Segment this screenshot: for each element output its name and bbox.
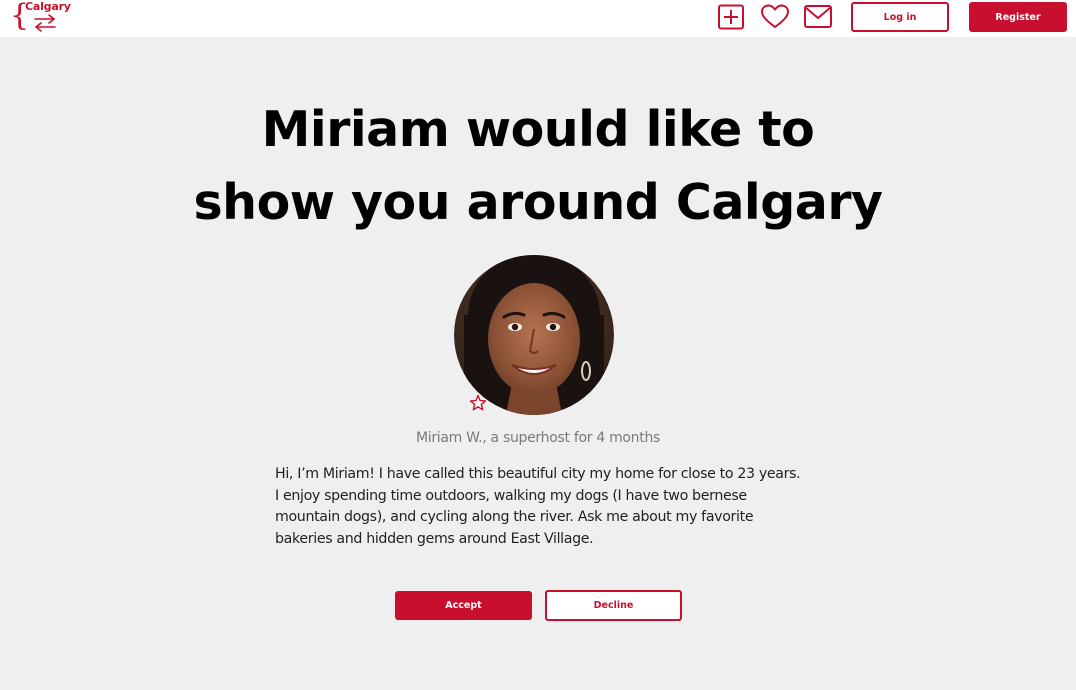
logo-wordmark: Calgary: [25, 0, 71, 13]
star-icon: [469, 394, 487, 411]
host-bio-line: bakeries and hidden gems around East Vil…: [275, 530, 594, 547]
host-portrait-image: [454, 255, 614, 415]
host-bio-line: mountain dogs), and cycling along the ri…: [275, 509, 754, 525]
favorites-button[interactable]: [760, 4, 790, 30]
decline-button[interactable]: Decline: [545, 590, 682, 621]
calgary-logo[interactable]: { Calgary: [8, 0, 78, 36]
host-bio-line: I enjoy spending time outdoors, walking …: [275, 487, 747, 504]
login-button[interactable]: Log in: [851, 2, 949, 32]
add-listing-button[interactable]: [717, 4, 745, 30]
host-bio-line: Hi, I’m Miriam! I have called this beaut…: [275, 466, 801, 482]
page-title-line-1: Miriam would like to: [261, 101, 815, 158]
accept-button[interactable]: Accept: [395, 591, 532, 620]
host-bio: Hi, I’m Miriam! I have called this beaut…: [275, 464, 835, 550]
page-title-line-2: show you around Calgary: [193, 174, 883, 231]
page-title: Miriam would like to show you around Cal…: [0, 93, 1076, 239]
heart-icon: [761, 4, 789, 28]
register-button[interactable]: Register: [969, 2, 1067, 32]
add-icon: [718, 4, 744, 30]
host-avatar: [454, 255, 614, 415]
mail-icon: [804, 5, 832, 28]
host-caption: Miriam W., a superhost for 4 months: [415, 430, 661, 446]
messages-button[interactable]: [803, 4, 833, 30]
swap-arrows-icon: [34, 14, 56, 32]
top-navigation-bar: { Calgary Log in Register: [0, 0, 1076, 37]
